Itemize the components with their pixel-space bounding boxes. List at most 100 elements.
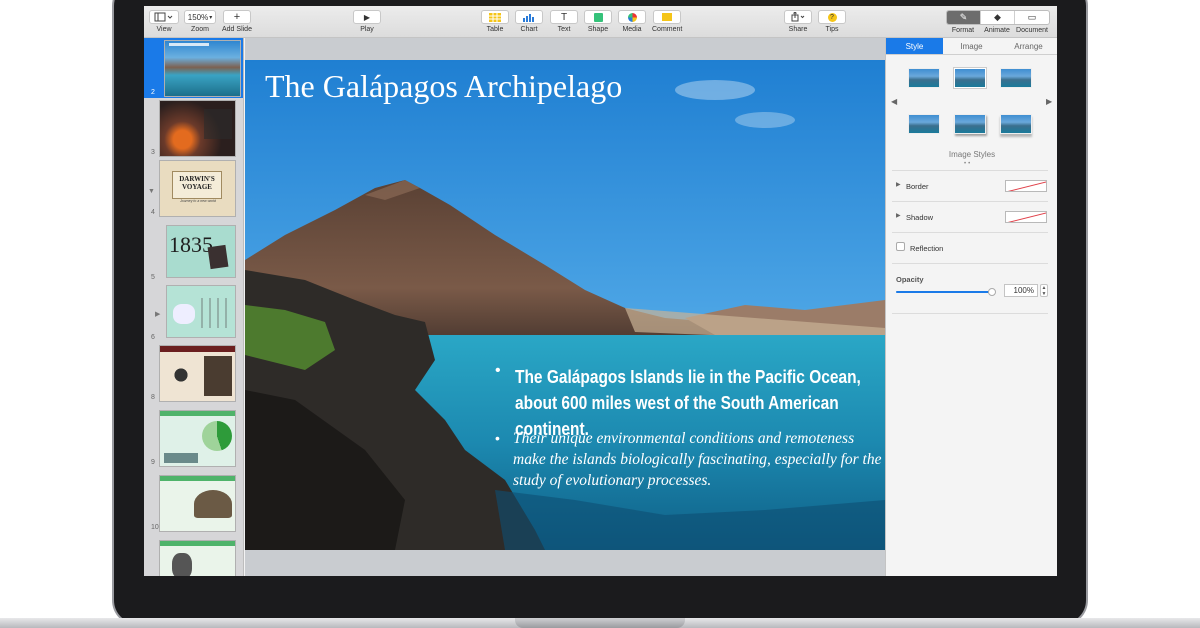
tab-style[interactable]: Style — [886, 38, 943, 54]
current-slide[interactable]: The Galápagos Archipelago • The Galápago… — [245, 60, 885, 550]
document-button[interactable]: ▭ — [1015, 11, 1049, 24]
slide-9-preview — [159, 410, 236, 467]
disclosure-triangle-icon[interactable]: ▼ — [148, 188, 155, 195]
thumb-title: DARWIN'S VOYAGE — [172, 171, 222, 199]
thumb-photo — [207, 244, 229, 270]
tips-icon: ? — [827, 12, 837, 22]
media-label: Media — [622, 26, 642, 33]
table-control[interactable]: Table — [481, 10, 509, 33]
shape-button[interactable] — [584, 10, 612, 24]
bullet-point-2[interactable]: Their unique environmental conditions an… — [513, 428, 885, 491]
image-style-1[interactable] — [908, 68, 940, 88]
view-control[interactable]: View — [149, 10, 179, 33]
tab-image[interactable]: Image — [943, 38, 1000, 54]
media-control[interactable]: Media — [618, 10, 646, 33]
divider — [892, 232, 1048, 233]
disclosure-triangle-icon[interactable]: ▶ — [155, 310, 160, 318]
share-control[interactable]: Share — [784, 10, 812, 33]
chart-button[interactable] — [515, 10, 543, 24]
document-label: Document — [1016, 27, 1048, 34]
slide-thumbnail-2[interactable]: 2 — [144, 38, 243, 98]
tab-arrange[interactable]: Arrange — [1000, 38, 1057, 54]
slide-thumbnail-3[interactable]: 3 — [144, 98, 243, 158]
zoom-control[interactable]: 150% ▾ Zoom — [184, 10, 216, 33]
animate-button[interactable]: ◆ — [981, 11, 1015, 24]
zoom-label: Zoom — [191, 26, 209, 33]
slide-thumbnail-10[interactable]: 10 — [144, 473, 243, 533]
slide-title[interactable]: The Galápagos Archipelago — [265, 68, 622, 105]
thumb-finches — [166, 360, 196, 390]
chevron-right-icon[interactable]: ▶ — [1046, 97, 1052, 106]
slide-navigator: 2 3 ▼ DARWIN'S VOYAGE Journey to a new w… — [144, 38, 244, 576]
view-label: View — [156, 26, 172, 33]
disclosure-triangle-icon[interactable]: ▶ — [896, 212, 901, 219]
slide-thumbnail-8[interactable]: 8 — [144, 343, 243, 403]
opacity-slider-track[interactable] — [896, 288, 996, 296]
disclosure-triangle-icon[interactable]: ▶ — [896, 181, 901, 188]
slide-thumbnail-11[interactable] — [144, 538, 243, 576]
page-dots[interactable]: •• — [964, 161, 972, 167]
chevron-left-icon[interactable]: ◀ — [891, 97, 897, 106]
play-button[interactable]: ▶ — [353, 10, 381, 24]
chart-label: Chart — [520, 26, 538, 33]
media-icon — [627, 12, 637, 22]
chart-control[interactable]: Chart — [515, 10, 543, 33]
shadow-label[interactable]: Shadow — [906, 213, 933, 222]
opacity-field[interactable]: 100% — [1004, 284, 1038, 297]
slide-number: 10 — [151, 524, 159, 531]
slide-8-preview — [159, 345, 236, 402]
play-label: Play — [360, 26, 374, 33]
reflection-checkbox[interactable] — [896, 242, 905, 251]
slide-number: 2 — [151, 89, 155, 96]
slide-thumbnail-6[interactable]: ▶ 6 — [144, 283, 243, 343]
thumb-text-block — [204, 356, 232, 396]
image-style-6[interactable] — [1000, 114, 1032, 134]
format-inspector: Style Image Arrange ◀ ▶ Image Styles •• … — [885, 38, 1057, 576]
format-button[interactable]: ✎ — [947, 11, 981, 24]
slide-5-preview: 1835 — [166, 225, 236, 278]
slide-thumbnail-5[interactable]: 1835 5 — [144, 223, 243, 283]
slide-canvas[interactable]: The Galápagos Archipelago • The Galápago… — [245, 38, 885, 576]
tips-button[interactable]: ? — [818, 10, 846, 24]
slide-thumbnail-4[interactable]: ▼ DARWIN'S VOYAGE Journey to a new world… — [144, 158, 243, 218]
play-control[interactable]: ▶ Play — [353, 10, 381, 33]
divider — [892, 170, 1048, 171]
thumb-map — [173, 304, 195, 324]
border-label[interactable]: Border — [906, 182, 929, 191]
table-button[interactable] — [481, 10, 509, 24]
table-icon — [489, 12, 501, 22]
shadow-swatch[interactable] — [1005, 211, 1047, 223]
zoom-select[interactable]: 150% ▾ — [184, 10, 216, 24]
opacity-stepper[interactable]: ▲ ▼ — [1040, 284, 1048, 297]
laptop-notch — [515, 618, 685, 628]
share-label: Share — [788, 26, 808, 33]
slide-thumbnail-9[interactable]: 9 — [144, 408, 243, 468]
image-style-3[interactable] — [1000, 68, 1032, 88]
image-style-5[interactable] — [954, 114, 986, 134]
share-icon — [791, 12, 805, 22]
opacity-slider-fill — [896, 291, 992, 293]
shape-control[interactable]: Shape — [584, 10, 612, 33]
comment-button[interactable] — [653, 10, 682, 24]
text-control[interactable]: T Text — [550, 10, 578, 33]
plus-icon: + — [233, 11, 241, 23]
slide-number: 8 — [151, 394, 155, 401]
media-button[interactable] — [618, 10, 646, 24]
border-swatch[interactable] — [1005, 180, 1047, 192]
tips-control[interactable]: ? Tips — [818, 10, 846, 33]
add-slide-control[interactable]: + Add Slide — [222, 10, 252, 33]
view-button[interactable] — [149, 10, 179, 24]
reflection-label[interactable]: Reflection — [910, 244, 943, 253]
slide-number: 6 — [151, 334, 155, 341]
text-button[interactable]: T — [550, 10, 578, 24]
image-style-2[interactable] — [954, 68, 986, 88]
thumb-title-line — [169, 43, 209, 46]
add-slide-button[interactable]: + — [222, 10, 251, 24]
inspector-segmented-control[interactable]: ✎ ◆ ▭ — [946, 10, 1050, 25]
opacity-slider-knob[interactable] — [988, 288, 996, 296]
chevron-down-icon: ▾ — [209, 14, 213, 21]
share-button[interactable] — [784, 10, 812, 24]
comment-control[interactable]: Comment — [652, 10, 682, 33]
slide-number: 3 — [151, 149, 155, 156]
image-style-4[interactable] — [908, 114, 940, 134]
